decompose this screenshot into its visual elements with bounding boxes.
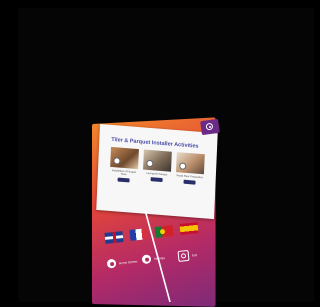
vr-scene: Tiler & Parquet Installer Activities Ins… bbox=[0, 0, 314, 302]
pointer-ray-line bbox=[145, 210, 170, 302]
controller-pointer-ray bbox=[0, 0, 314, 302]
